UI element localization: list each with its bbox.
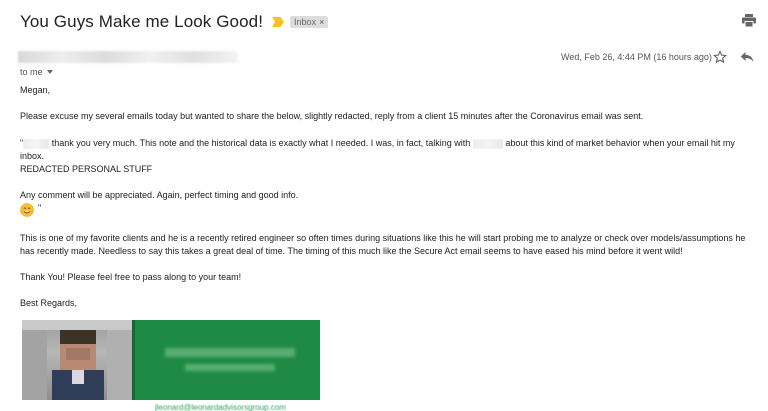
signature-image xyxy=(22,320,320,400)
star-icon[interactable] xyxy=(713,50,727,64)
email-date: Wed, Feb 26, 4:44 PM (16 hours ago) xyxy=(561,52,712,62)
signature-photo xyxy=(22,320,132,400)
greeting: Megan, xyxy=(20,85,51,95)
client-quote-line: " thank you very much. This note and the… xyxy=(20,137,760,163)
importance-marker-icon[interactable] xyxy=(272,17,285,27)
reply-icon[interactable] xyxy=(740,51,754,63)
quote-close: " xyxy=(38,203,42,213)
email-subject: You Guys Make me Look Good! xyxy=(20,12,264,31)
signature-email-link[interactable]: jleonard@leonardadvisorsgroup.com xyxy=(155,403,286,411)
recipient-label: to me xyxy=(20,67,43,77)
label-text: Inbox xyxy=(294,17,317,27)
paragraph-intro: Please excuse my several emails today bu… xyxy=(20,111,644,121)
comment-line: Any comment will be appreciated. Again, … xyxy=(20,190,299,200)
print-icon[interactable] xyxy=(742,14,756,27)
thanks-line: Thank You! Please feel free to pass alon… xyxy=(20,272,242,282)
remove-label-icon[interactable]: × xyxy=(319,17,324,27)
recipient-dropdown[interactable]: to me xyxy=(20,67,53,77)
redacted-name xyxy=(23,138,50,149)
inbox-label-chip[interactable]: Inbox × xyxy=(290,16,329,28)
paragraph-context: This is one of my favorite clients and h… xyxy=(20,233,746,256)
redacted-note: REDACTED PERSONAL STUFF xyxy=(20,164,153,174)
smiling-face-emoji xyxy=(20,203,34,217)
quote-part-1: thank you very much. This note and the h… xyxy=(51,138,471,148)
closing-line: Best Regards, xyxy=(20,298,78,308)
sender-name-redacted xyxy=(18,51,238,63)
signature-banner xyxy=(132,320,320,400)
chevron-down-icon xyxy=(46,70,53,74)
redacted-name xyxy=(472,138,503,149)
subject-row: You Guys Make me Look Good! Inbox × xyxy=(20,12,329,32)
